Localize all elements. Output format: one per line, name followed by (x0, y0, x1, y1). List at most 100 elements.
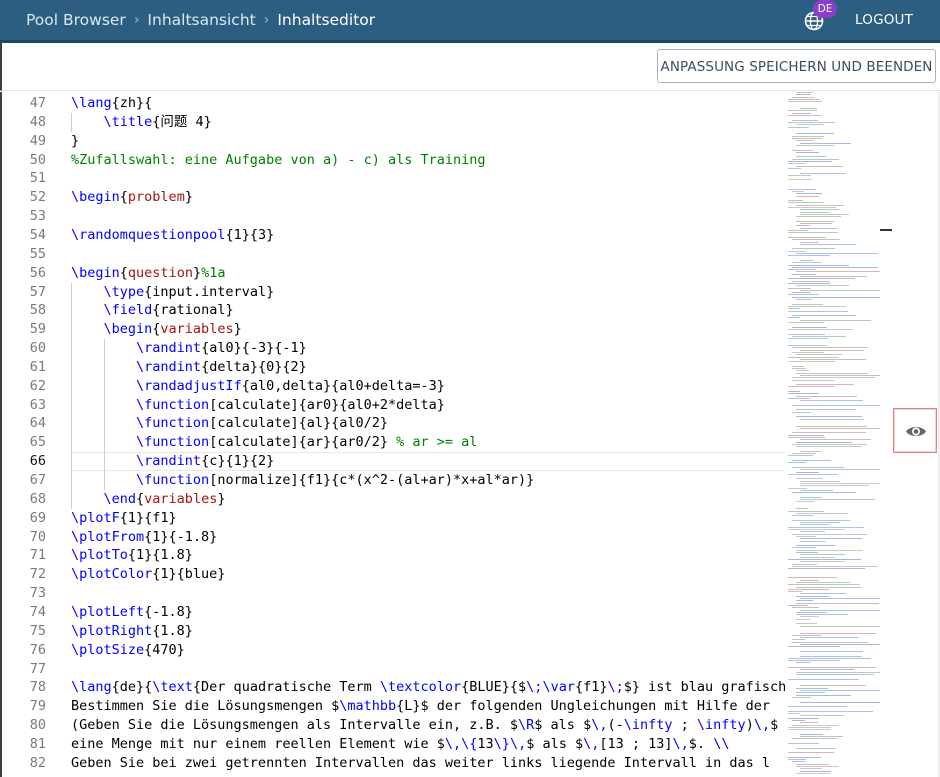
code-text: \end{variables} (71, 490, 226, 507)
language-badge[interactable]: DE (813, 0, 837, 18)
code-line[interactable]: 59 \begin{variables} (2, 320, 785, 339)
code-line[interactable]: 60 \randint{al0}{-3}{-1} (2, 339, 785, 358)
code-line[interactable]: 69 \plotF{1}{f1} (2, 509, 785, 528)
minimap-line (800, 650, 864, 652)
code-line[interactable]: 64 \function[calculate]{al}{al0/2} (2, 414, 785, 433)
minimap-line (796, 370, 810, 372)
code-line[interactable]: 65 \function[calculate]{ar}{ar0/2} % ar … (2, 433, 785, 452)
line-number: 56 (29, 264, 46, 281)
line-number: 49 (29, 132, 46, 149)
code-line[interactable]: 62 \randadjustIf{al0,delta}{al0+delta=-3… (2, 377, 785, 396)
minimap-line (796, 581, 851, 583)
line-number: 79 (29, 698, 46, 715)
code-text: \begin{problem} (71, 189, 193, 206)
breadcrumb-pool-browser[interactable]: Pool Browser (26, 11, 126, 29)
code-line[interactable]: 71 \plotTo{1}{1.8} (2, 546, 785, 565)
minimap-line (788, 393, 819, 395)
minimap-line (788, 462, 806, 464)
code-line[interactable]: 70 \plotFrom{1}{-1.8} (2, 528, 785, 547)
minimap-line (792, 411, 812, 413)
minimap-line (796, 446, 862, 448)
minimap-line (788, 713, 801, 714)
minimap-line (788, 167, 802, 169)
code-line[interactable]: 52 \begin{problem} (2, 188, 785, 207)
code-line[interactable]: 81 eine Menge mit nur einem reellen Eleme… (2, 735, 785, 754)
breadcrumb-inhaltsansicht[interactable]: Inhaltsansicht (147, 11, 255, 29)
save-and-exit-button[interactable]: ANPASSUNG SPEICHERN UND BEENDEN (657, 49, 936, 83)
minimap-line (792, 303, 823, 305)
line-number: 70 (29, 528, 46, 545)
code-text: Geben Sie bei zwei getrennten Intervalle… (71, 754, 770, 771)
code-line[interactable]: 53 (2, 207, 785, 226)
code-text: \function[calculate]{ar0}{al0+2*delta} (136, 396, 445, 413)
minimap-line (788, 250, 805, 252)
code-line[interactable]: 55 (2, 245, 785, 264)
minimap-line (792, 547, 817, 549)
code-line[interactable]: 74 \plotLeft{-1.8} (2, 603, 785, 622)
code-line[interactable]: 61 \randint{delta}{0}{2} (2, 358, 785, 377)
code-text: (Geben Sie die Lösungsmengen als Interva… (71, 717, 779, 734)
code-line[interactable]: 79 Bestimmen Sie die Lösungsmengen $\math… (2, 697, 785, 716)
code-line[interactable]: 67 \function[normalize]{f1}{c*(x^2-(al+a… (2, 471, 785, 490)
code-line[interactable]: 51 (2, 169, 785, 188)
code-line[interactable]: 54 \randomquestionpool{1}{3} (2, 226, 785, 245)
code-editor[interactable]: 47 \lang{zh}{48 \title{问题 4} 49} 50 %Zufalls… (0, 92, 785, 777)
minimap-line (796, 772, 831, 774)
minimap-line (796, 478, 824, 480)
minimap-line (796, 94, 812, 96)
code-line[interactable]: 66 \randint{c}{1}{2} (2, 452, 785, 472)
line-number: 53 (29, 208, 46, 225)
minimap-line (796, 354, 842, 356)
logout-button[interactable]: LOGOUT (855, 12, 913, 28)
minimap-line (792, 190, 805, 192)
minimap-line (796, 409, 856, 411)
minimap-line (800, 701, 880, 703)
minimap-line (792, 466, 844, 468)
code-line[interactable]: 49} (2, 132, 785, 151)
code-text: \type{input.interval} (103, 283, 275, 300)
minimap-line (800, 259, 815, 261)
minimap-line (792, 377, 875, 379)
minimap-line (788, 163, 807, 165)
minimap-line (800, 538, 862, 540)
code-text: \begin{variables} (71, 321, 242, 338)
code-line[interactable]: 75 \plotRight{1.8} (2, 622, 785, 641)
minimap-line (788, 678, 859, 680)
minimap-line (792, 135, 824, 137)
minimap-line (788, 487, 808, 489)
preview-button[interactable] (893, 408, 937, 453)
code-line[interactable]: 68 \end{variables} (2, 490, 785, 509)
code-line[interactable]: 80 (Geben Sie die Lösungsmengen als Inter… (2, 716, 785, 735)
code-line[interactable]: 57 \type{input.interval} (2, 283, 785, 302)
code-line[interactable]: 58 \field{rational} (2, 301, 785, 320)
minimap-line (796, 220, 835, 222)
minimap-line (792, 379, 834, 381)
code-line[interactable]: 47 \lang{zh}{ (2, 94, 785, 113)
minimap-line (796, 687, 829, 689)
minimap-line (788, 756, 821, 758)
minimap-line (796, 671, 880, 673)
minimap-line (788, 657, 871, 659)
editor-minimap[interactable] (786, 92, 881, 777)
line-number: 62 (29, 377, 46, 394)
line-number: 78 (29, 679, 46, 696)
minimap-line (788, 287, 812, 289)
minimap-line (788, 98, 820, 100)
code-text: \randint{al0}{-3}{-1} (136, 340, 307, 357)
code-line[interactable]: 56 \begin{question}%1a (2, 264, 785, 283)
breadcrumb-separator-icon: › (133, 12, 140, 28)
code-line[interactable]: 78 \lang{de}{\text{Der quadratische Term … (2, 678, 785, 697)
code-line[interactable]: 72 \plotColor{1}{blue} (2, 565, 785, 584)
code-line[interactable]: 82 Geben Sie bei zwei getrennten Interval… (2, 754, 785, 773)
code-line[interactable]: 73 (2, 584, 785, 603)
minimap-line (788, 232, 839, 234)
code-line[interactable]: 76 \plotSize{470} (2, 641, 785, 660)
line-number: 52 (29, 189, 46, 206)
code-line[interactable]: 50 %Zufallswahl: eine Aufgabe von a) - c)… (2, 151, 785, 170)
line-number: 81 (29, 735, 46, 752)
minimap-line (796, 133, 834, 135)
code-line[interactable]: 48 \title{问题 4} (2, 113, 785, 132)
code-line[interactable]: 63 \function[calculate]{ar0}{al0+2*delta… (2, 396, 785, 415)
code-line[interactable]: 77 (2, 660, 785, 679)
minimap-line (788, 188, 817, 190)
